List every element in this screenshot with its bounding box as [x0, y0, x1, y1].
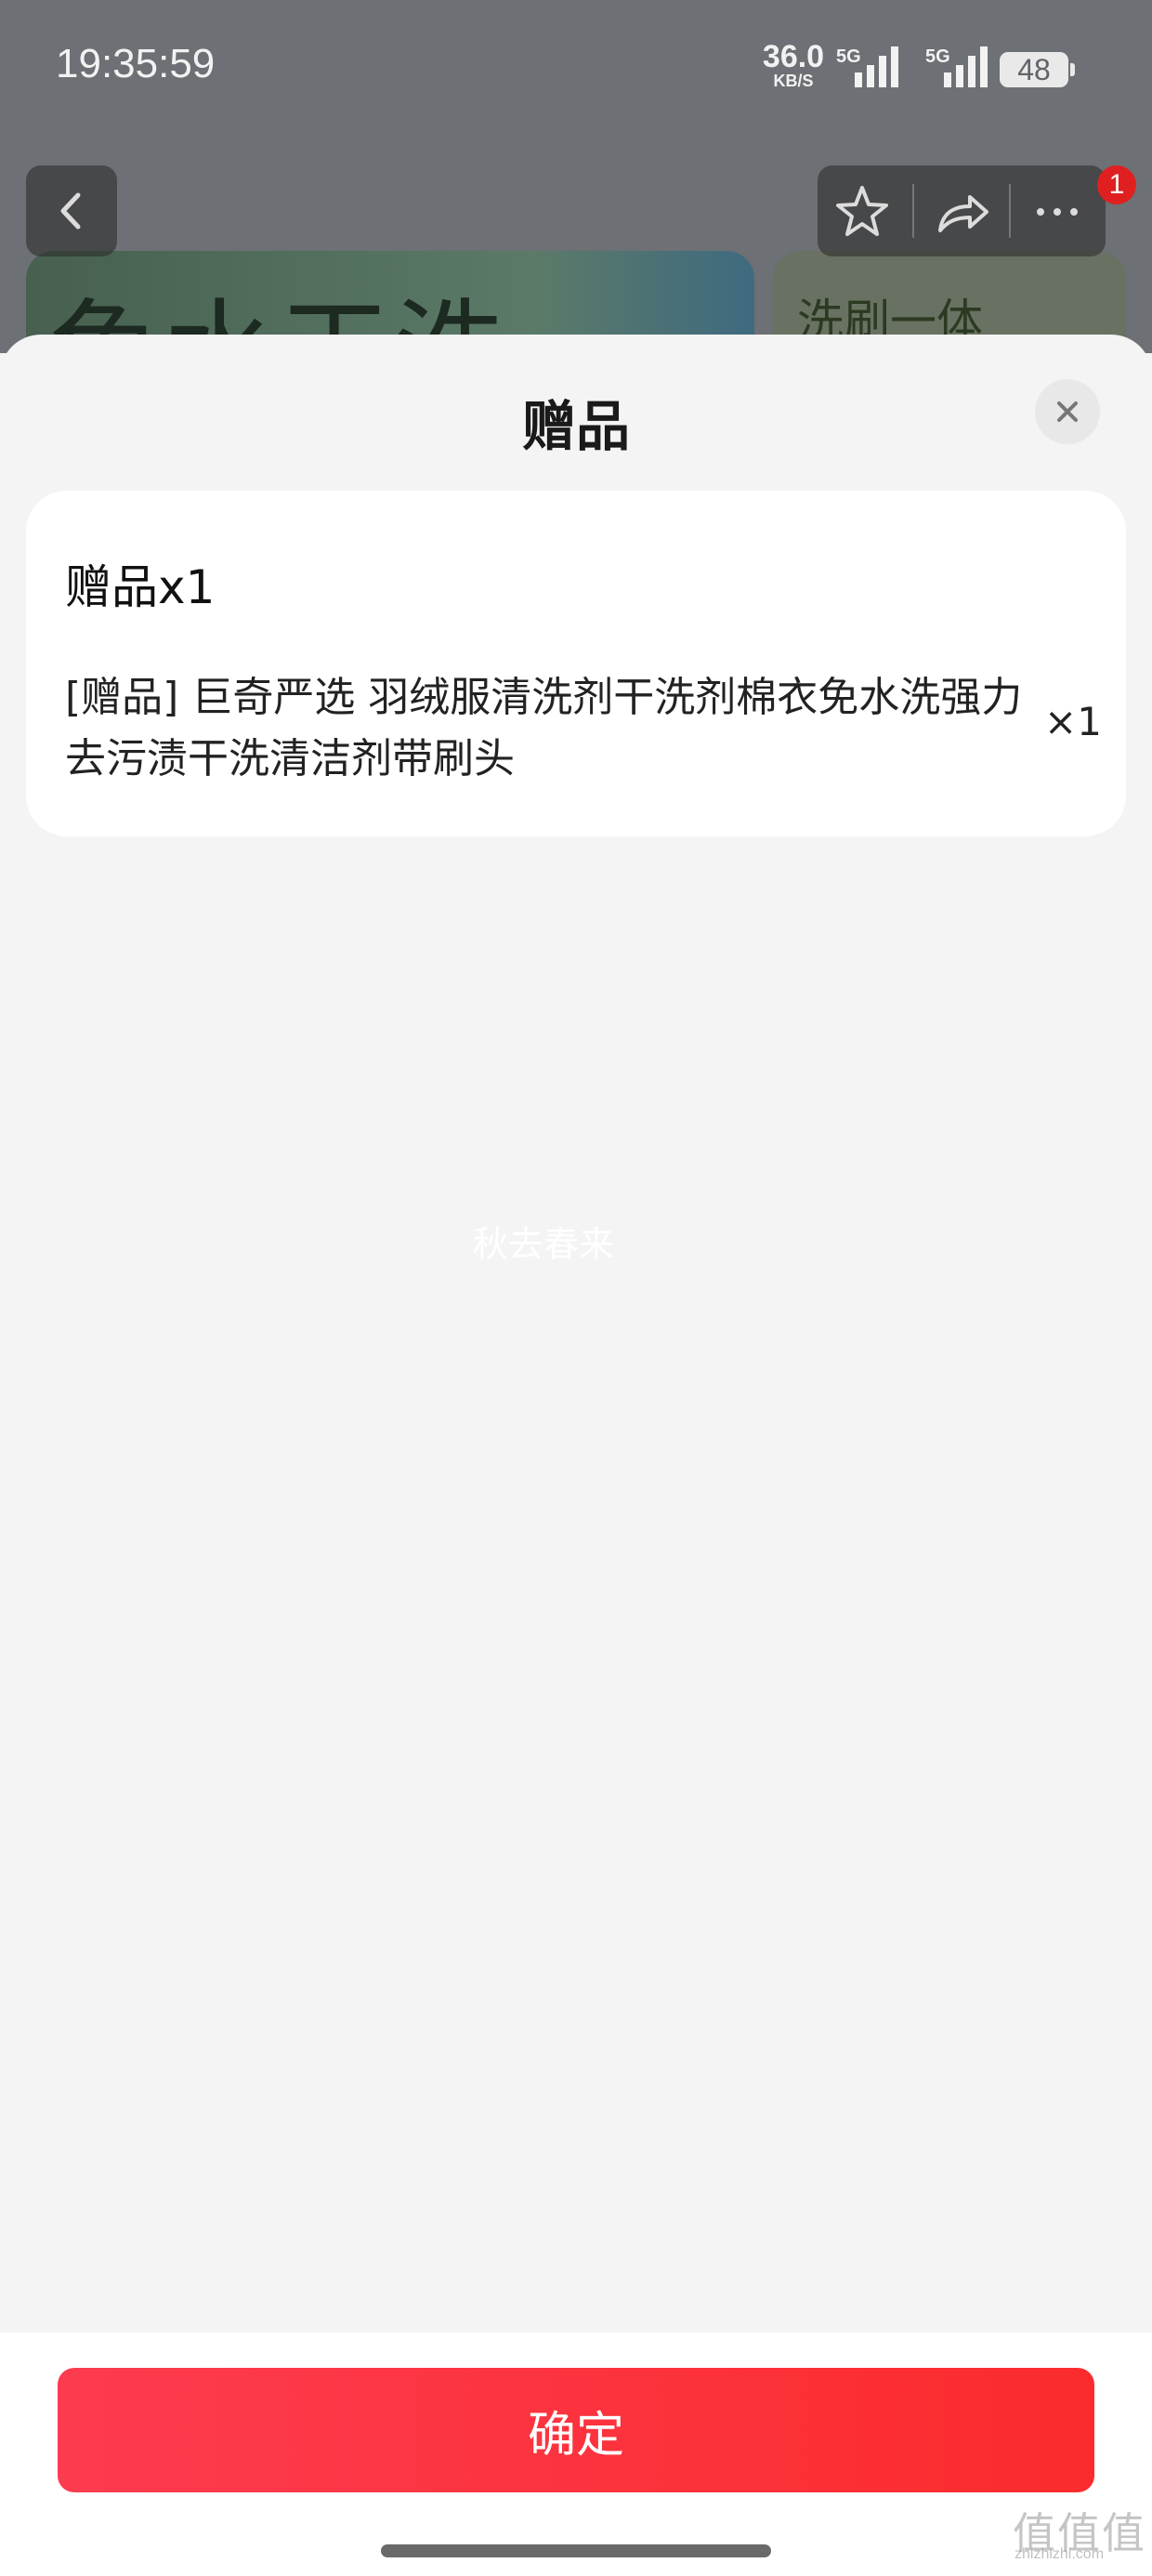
- site-logo: 值值值 zhizhizhi.com: [1013, 2500, 1145, 2565]
- gift-count-heading: 赠品x1: [65, 560, 216, 614]
- home-indicator[interactable]: [381, 2544, 771, 2557]
- star-icon: [836, 186, 888, 236]
- status-bar: 19:35:59 36.0 KB/S 5G 5G 48: [0, 0, 1152, 139]
- close-icon: [1057, 401, 1078, 422]
- close-button[interactable]: [1035, 379, 1100, 444]
- network-speed-value: 36.0: [762, 39, 825, 74]
- battery-icon: 48: [1000, 52, 1075, 87]
- action-pill: [818, 165, 1106, 256]
- share-icon: [938, 195, 988, 232]
- more-button[interactable]: [1011, 165, 1106, 256]
- gift-item-quantity: ×1: [1044, 699, 1102, 744]
- favorite-button[interactable]: [818, 165, 912, 256]
- sheet-title: 赠品: [521, 395, 630, 458]
- network-speed: 36.0 KB/S: [760, 41, 827, 89]
- gift-sheet: 赠品 赠品x1 [赠品] 巨奇严选 羽绒服清洗剂干洗剂棉衣免水洗强力去污渍干洗清…: [0, 335, 1152, 2576]
- watermark-text: 秋去春来: [472, 1224, 614, 1265]
- gift-card: 赠品x1 [赠品] 巨奇严选 羽绒服清洗剂干洗剂棉衣免水洗强力去污渍干洗清洁剂带…: [26, 491, 1126, 836]
- more-icon: [1037, 208, 1078, 216]
- back-button[interactable]: [26, 165, 117, 256]
- gift-item-name: [赠品] 巨奇严选 羽绒服清洗剂干洗剂棉衣免水洗强力去污渍干洗清洁剂带刷头: [65, 674, 1023, 782]
- confirm-button[interactable]: 确定: [58, 2368, 1094, 2492]
- background-page: 免水干洗 洗刷一体 19:35:59 36.0 KB/S 5G 5G: [0, 0, 1152, 353]
- share-button[interactable]: [914, 165, 1009, 256]
- network-speed-unit: KB/S: [773, 72, 814, 90]
- status-time: 19:35:59: [56, 41, 216, 86]
- notification-badge: 1: [1097, 165, 1136, 204]
- chevron-left-icon: [60, 192, 81, 230]
- site-logo-url: zhizhizhi.com: [1015, 2546, 1105, 2562]
- sheet-footer: 确定: [0, 2333, 1152, 2576]
